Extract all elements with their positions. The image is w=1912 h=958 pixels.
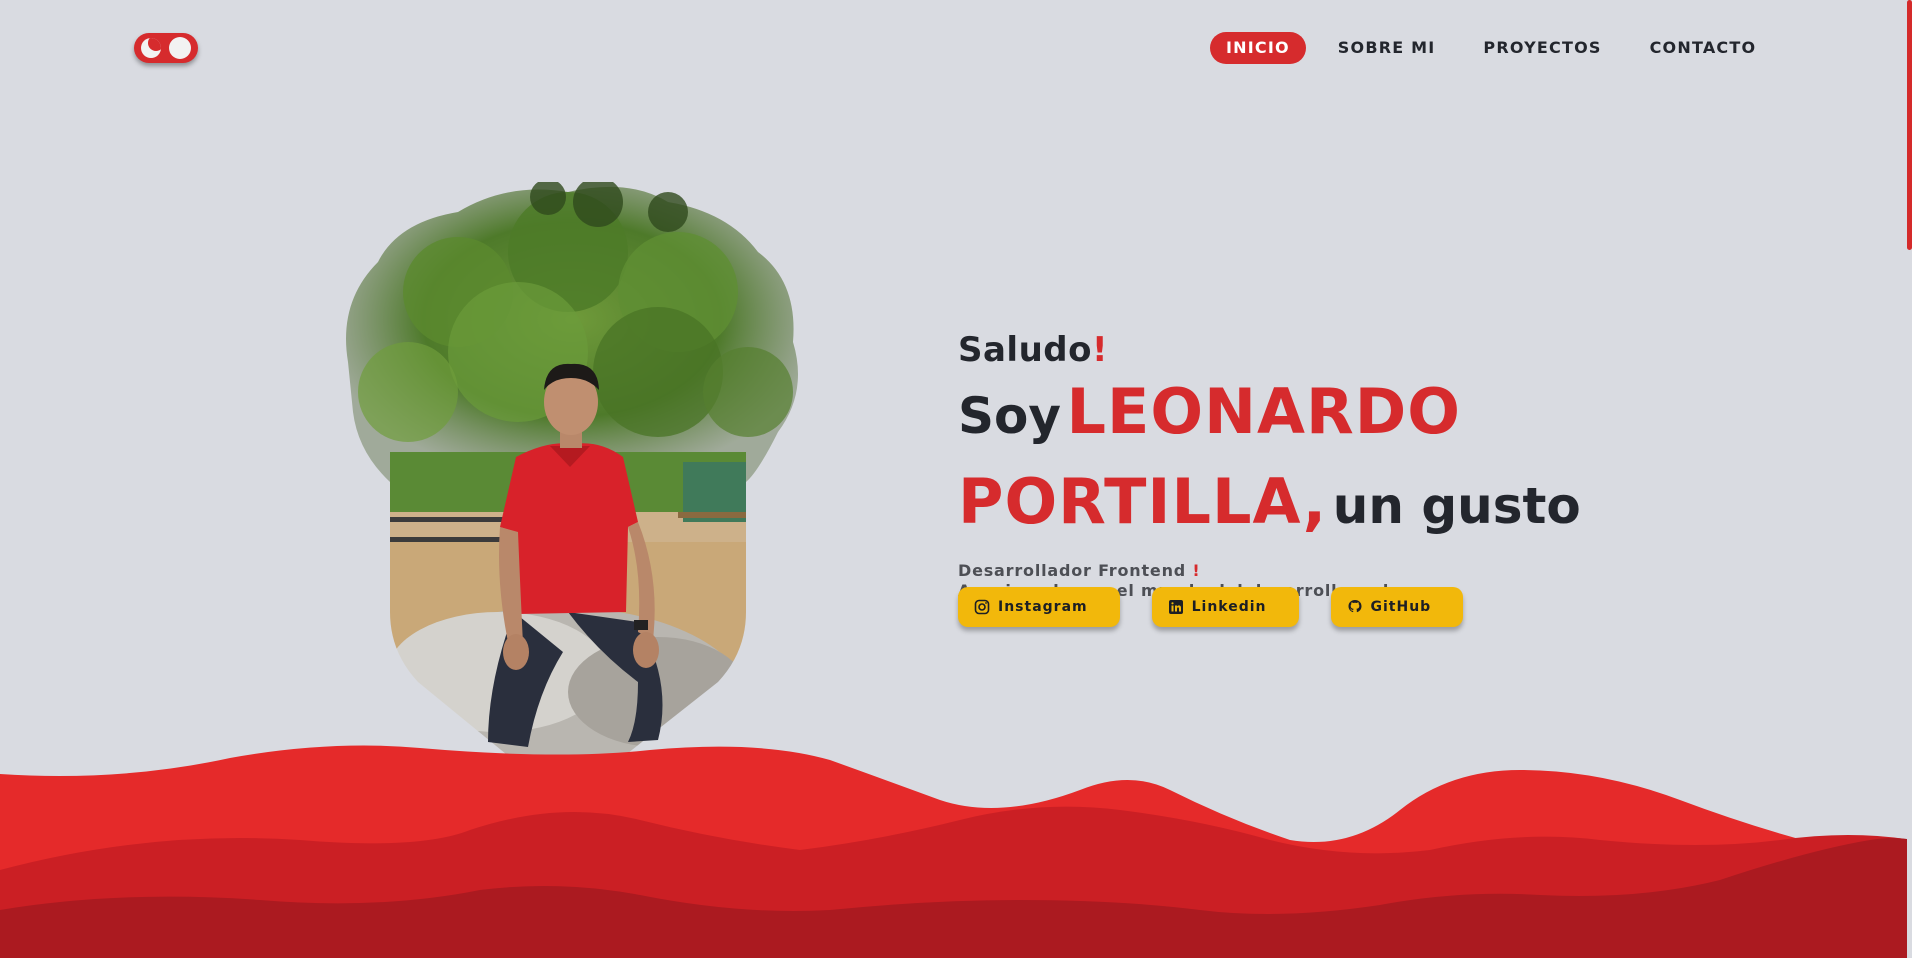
instagram-label: Instagram: [998, 599, 1088, 615]
greeting-text: Saludo: [958, 330, 1092, 370]
hero-section: Saludo! Soy LEONARDO PORTILLA, un gusto …: [958, 327, 1658, 601]
closing-words: un gusto: [1332, 477, 1581, 535]
decorative-waves: [0, 745, 1912, 958]
portfolio-page: INICIO SOBRE MI PROYECTOS CONTACTO Salud…: [0, 0, 1912, 958]
github-button[interactable]: GitHub: [1330, 587, 1464, 627]
role-line: Desarrollador Frontend !: [958, 561, 1658, 581]
profile-photo: [338, 177, 894, 785]
instagram-icon: [974, 599, 990, 615]
intro-word: Soy: [958, 387, 1061, 445]
page-scrollbar[interactable]: [1907, 0, 1912, 958]
linkedin-icon: [1168, 600, 1183, 614]
github-icon: [1348, 600, 1362, 613]
linkedin-label: Linkedin: [1191, 599, 1267, 615]
nav-item-contacto[interactable]: CONTACTO: [1634, 32, 1773, 64]
moon-icon: [141, 38, 161, 58]
linkedin-button[interactable]: Linkedin: [1151, 587, 1299, 627]
headline: Soy LEONARDO PORTILLA, un gusto: [958, 375, 1658, 555]
last-name: PORTILLA,: [958, 465, 1328, 538]
nav-item-sobre-mi[interactable]: SOBRE MI: [1322, 32, 1452, 64]
scrollbar-thumb[interactable]: [1907, 0, 1912, 250]
first-name: LEONARDO: [1066, 375, 1461, 448]
nav-item-inicio[interactable]: INICIO: [1210, 32, 1306, 64]
instagram-button[interactable]: Instagram: [958, 587, 1120, 627]
greeting-mark: !: [1092, 330, 1109, 370]
social-links: Instagram Linkedin GitHub: [958, 587, 1495, 627]
theme-toggle[interactable]: [134, 33, 198, 63]
role-text: Desarrollador Frontend: [958, 561, 1187, 580]
github-label: GitHub: [1370, 599, 1432, 615]
main-nav: INICIO SOBRE MI PROYECTOS CONTACTO: [1210, 32, 1788, 64]
toggle-knob: [169, 37, 191, 59]
nav-item-proyectos[interactable]: PROYECTOS: [1467, 32, 1617, 64]
role-mark: !: [1192, 561, 1201, 580]
greeting: Saludo!: [958, 327, 1658, 373]
